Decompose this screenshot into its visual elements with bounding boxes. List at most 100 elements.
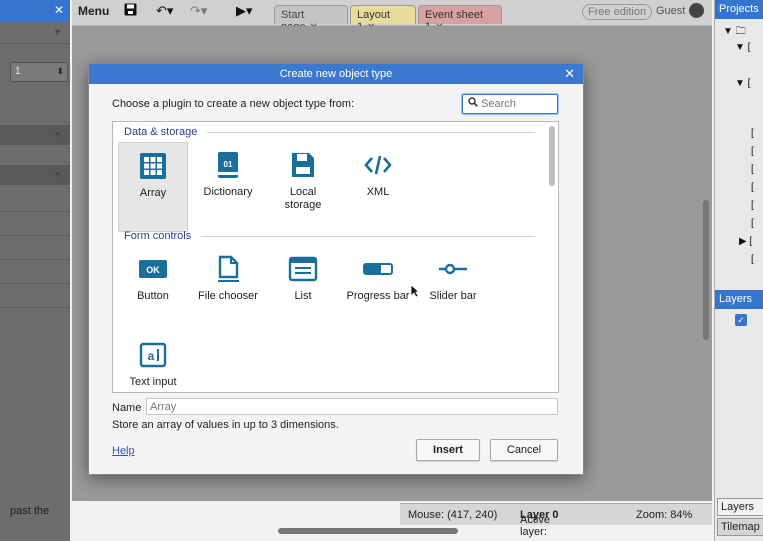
plugin-button[interactable]: OK Button <box>118 246 188 336</box>
plugin-slider-bar[interactable]: Slider bar <box>418 246 488 336</box>
plugin-list-control[interactable]: List <box>268 246 338 336</box>
plugin-label: Local storage <box>284 186 322 211</box>
tab-event-sheet-1[interactable]: Event sheet 1✕ <box>418 5 502 33</box>
project-panel-header: Projects <box>715 0 763 19</box>
search-icon <box>468 97 478 110</box>
dialog-prompt: Choose a plugin to create a new object t… <box>112 98 355 110</box>
dialog-title-text: Create new object type <box>279 68 393 80</box>
active-layer-prefix: Active layer: <box>520 514 550 538</box>
tree-item[interactable]: ▼ [ <box>735 42 750 53</box>
tree-item[interactable]: ▶ [ <box>739 236 752 247</box>
dialog-title: Create new object type ✕ <box>89 64 583 84</box>
tree-item[interactable]: [ <box>751 146 754 157</box>
plugin-label: Text input <box>129 376 177 388</box>
plugin-list[interactable]: Data & storage Array 01 Dictionary Local… <box>112 121 559 393</box>
plugin-label: Button <box>137 290 169 302</box>
list-icon <box>288 254 318 284</box>
book-icon: 01 <box>213 150 243 180</box>
object-name-field[interactable]: Array <box>146 398 558 415</box>
menu-button[interactable]: Menu <box>78 4 109 18</box>
property-section[interactable]: ▼ <box>0 125 70 145</box>
plugin-label: List <box>294 290 312 302</box>
property-row[interactable] <box>0 214 70 236</box>
close-icon[interactable]: ✕ <box>564 64 575 84</box>
tree-item[interactable]: ▼ [ <box>735 78 750 89</box>
plugin-label: Progress bar <box>346 290 410 302</box>
svg-text:OK: OK <box>146 265 160 275</box>
property-number-field[interactable]: 1 ⬍ <box>10 62 68 82</box>
plugin-label: Dictionary <box>203 186 253 198</box>
properties-panel-header: ✕ <box>0 0 70 22</box>
tree-item[interactable]: [ <box>751 200 754 211</box>
save-icon[interactable] <box>124 3 137 19</box>
vertical-scrollbar[interactable] <box>703 200 709 340</box>
chevron-down-icon: ▼ <box>53 129 62 139</box>
layer-visibility-checkbox[interactable]: ✓ <box>735 314 747 326</box>
name-label: Name <box>112 402 142 414</box>
tree-item[interactable]: [ <box>751 218 754 229</box>
mouse-position: Mouse: (417, 240) <box>408 509 498 521</box>
category-form-controls: Form controls <box>124 230 192 242</box>
plugin-xml[interactable]: XML <box>343 142 413 232</box>
redo-icon[interactable]: ↷▾ <box>190 3 207 19</box>
zoom-level: Zoom: 84% <box>636 509 693 521</box>
plugin-text-input[interactable]: a Text input <box>118 332 188 392</box>
progress-icon <box>363 254 393 284</box>
play-icon[interactable]: ▶▾ <box>236 3 253 19</box>
cancel-button[interactable]: Cancel <box>490 439 558 461</box>
user-label[interactable]: Guest <box>656 5 685 17</box>
property-row[interactable] <box>0 238 70 260</box>
tree-item[interactable]: [ <box>751 254 754 265</box>
help-link[interactable]: Help <box>112 445 135 457</box>
floppy-icon <box>288 150 318 180</box>
tab-tilemap[interactable]: Tilemap <box>717 518 763 536</box>
svg-text:01: 01 <box>224 160 233 169</box>
plugin-dictionary[interactable]: 01 Dictionary <box>193 142 263 232</box>
tab-layers[interactable]: Layers <box>717 498 763 516</box>
slider-icon <box>438 254 468 284</box>
category-divider <box>207 132 535 133</box>
active-layer: Active layer: Layer 0 <box>520 509 559 538</box>
layers-panel-header: Layers <box>715 290 763 309</box>
plugin-local-storage[interactable]: Local storage <box>268 142 338 232</box>
property-row[interactable] <box>0 262 70 284</box>
chevron-down-icon: ▼ <box>53 27 62 37</box>
search-input[interactable] <box>481 97 553 111</box>
text-input-icon: a <box>138 340 168 370</box>
tab-layout-1[interactable]: Layout 1✕ <box>350 5 416 33</box>
tree-item[interactable]: [ <box>751 128 754 139</box>
user-avatar-icon[interactable] <box>689 3 704 18</box>
tree-item[interactable]: [ <box>751 182 754 193</box>
plugin-progress-bar[interactable]: Progress bar <box>343 246 413 336</box>
close-icon[interactable]: ✕ <box>54 3 64 17</box>
plugin-description: Store an array of values in up to 3 dime… <box>112 419 339 431</box>
plugin-list-scrollbar[interactable] <box>549 126 555 186</box>
plugin-search[interactable] <box>462 94 558 114</box>
main-toolbar: Menu ↶▾ ↷▾ ▶▾ Start page✕ Layout 1✕ Even… <box>72 0 712 33</box>
property-number-value: 1 <box>15 66 21 77</box>
ok-button-icon: OK <box>138 254 168 284</box>
property-row[interactable] <box>0 190 70 212</box>
property-row[interactable] <box>0 286 70 308</box>
category-data-storage: Data & storage <box>124 126 198 138</box>
plugin-array[interactable]: Array <box>118 142 188 232</box>
plugin-label: File chooser <box>198 290 258 302</box>
edition-badge[interactable]: Free edition <box>582 4 653 20</box>
chevron-down-icon: ▼ <box>53 169 62 179</box>
plugin-file-chooser[interactable]: File chooser <box>193 246 263 336</box>
horizontal-scrollbar[interactable] <box>278 528 458 534</box>
create-object-type-dialog: Create new object type ✕ Choose a plugin… <box>88 63 584 475</box>
spinner-icon[interactable]: ⬍ <box>56 66 64 77</box>
tab-start-page[interactable]: Start page✕ <box>274 5 348 33</box>
code-icon <box>363 150 393 180</box>
folder-icon[interactable]: ▼ 🗀 <box>723 24 746 41</box>
tree-item[interactable]: [ <box>751 164 754 175</box>
property-row[interactable]: ▼ <box>0 22 70 44</box>
properties-panel: ✕ ▼ 1 ⬍ ▼ ▼ past the <box>0 0 70 541</box>
project-panel: Projects ▼ 🗀 ▼ [ ▼ [ [ [ [ [ [ [ ▶ [ [ L… <box>714 0 763 541</box>
plugin-label: Slider bar <box>429 290 477 302</box>
properties-help-text: past the <box>10 505 50 517</box>
property-section[interactable]: ▼ <box>0 165 70 185</box>
insert-button[interactable]: Insert <box>416 439 480 461</box>
undo-icon[interactable]: ↶▾ <box>156 3 173 19</box>
